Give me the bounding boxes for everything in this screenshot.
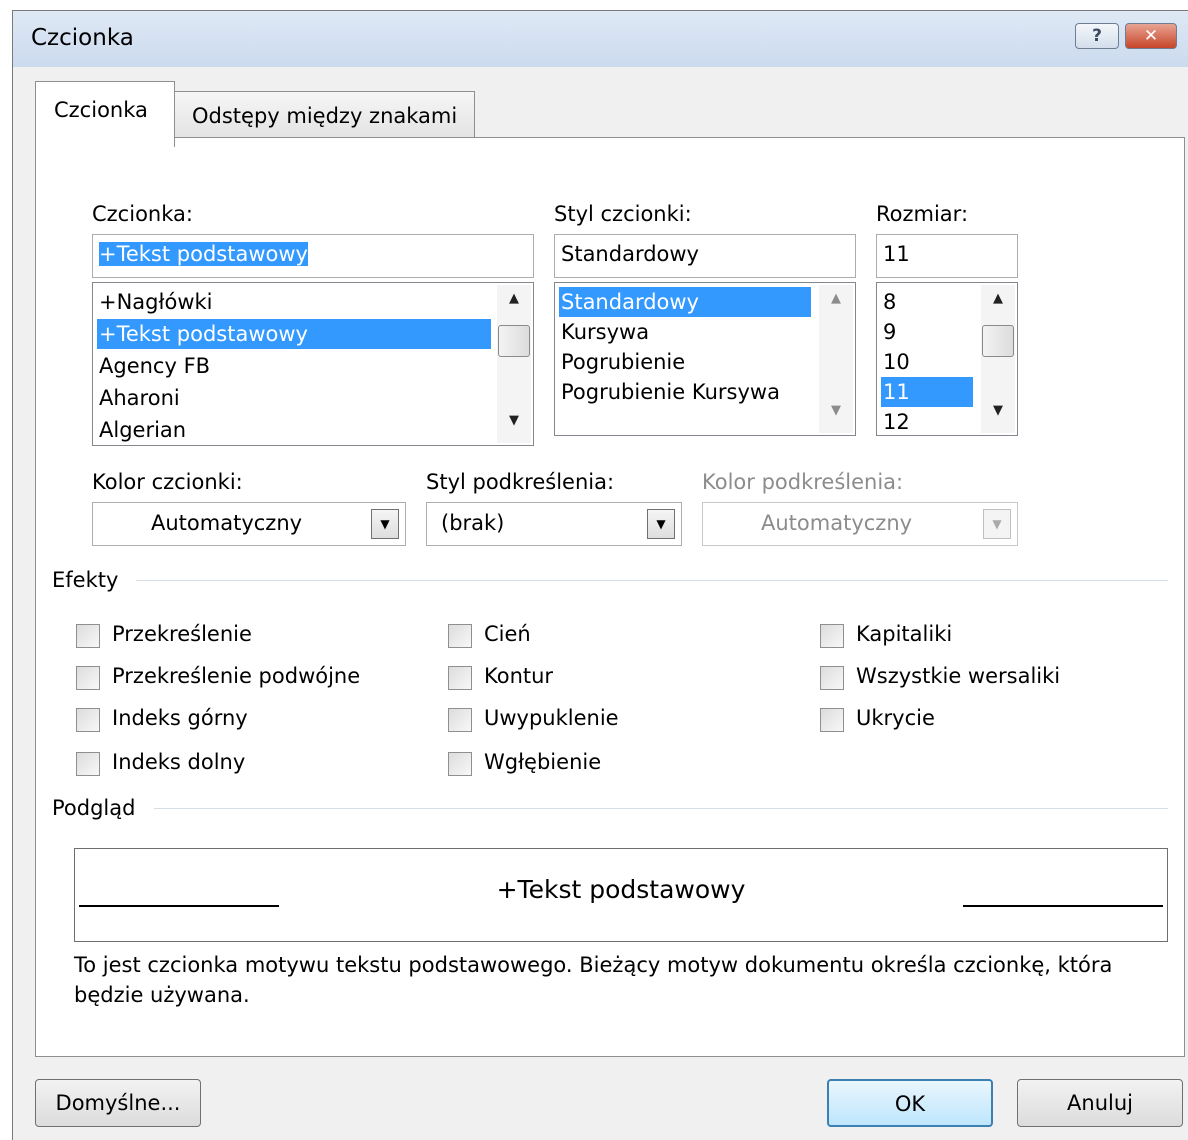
scroll-down-icon[interactable]: ▼ [981, 403, 1015, 429]
font-input[interactable]: +Tekst podstawowy [92, 234, 534, 278]
preview-rule-left [79, 905, 279, 907]
list-item[interactable]: 10 [881, 347, 912, 377]
chevron-down-icon[interactable]: ▼ [647, 509, 675, 539]
hidden-label: Ukrycie [856, 706, 935, 730]
list-item-selected[interactable]: +Tekst podstawowy [97, 319, 491, 349]
size-input-value: 11 [883, 242, 910, 266]
style-list[interactable]: Standardowy Kursywa Pogrubienie Pogrubie… [554, 282, 856, 436]
scroll-down-icon[interactable]: ▼ [497, 413, 531, 439]
font-input-value: +Tekst podstawowy [99, 242, 308, 266]
help-button[interactable]: ? [1075, 23, 1119, 49]
shadow-label: Cień [484, 622, 531, 646]
list-item[interactable]: 8 [881, 287, 898, 317]
scroll-up-icon[interactable]: ▲ [981, 291, 1015, 317]
superscript-label: Indeks górny [112, 706, 248, 730]
list-item[interactable]: Pogrubienie Kursywa [559, 377, 782, 407]
list-item-selected[interactable]: Standardowy [559, 287, 811, 317]
font-list-scrollbar[interactable]: ▲ ▼ [497, 285, 531, 443]
font-dialog: Czcionka ? ✕ Czcionka Odstępy między zna… [12, 10, 1188, 1140]
list-item[interactable]: Algerian [97, 415, 188, 445]
strikethrough-checkbox[interactable] [76, 624, 100, 648]
font-color-label: Kolor czcionki: [92, 470, 243, 494]
tab-panel: Czcionka: +Tekst podstawowy +Nagłówki +T… [35, 137, 1185, 1057]
hidden-checkbox[interactable] [820, 708, 844, 732]
effects-group-label: Efekty [52, 568, 119, 592]
subscript-checkbox[interactable] [76, 752, 100, 776]
underline-style-label: Styl podkreślenia: [426, 470, 615, 494]
tab-font-label: Czcionka [54, 98, 148, 122]
help-icon: ? [1092, 26, 1102, 46]
subscript-label: Indeks dolny [112, 750, 246, 774]
preview-sample: +Tekst podstawowy [496, 875, 746, 904]
list-item[interactable]: 9 [881, 317, 898, 347]
ok-button[interactable]: OK [827, 1079, 993, 1127]
style-input[interactable]: Standardowy [554, 234, 856, 278]
list-item[interactable]: Kursywa [559, 317, 651, 347]
small-caps-label: Kapitaliki [856, 622, 953, 646]
underline-style-value: (brak) [441, 511, 505, 535]
style-label: Styl czcionki: [554, 202, 692, 226]
cancel-button[interactable]: Anuluj [1017, 1079, 1183, 1127]
double-strikethrough-label: Przekreślenie podwójne [112, 664, 361, 688]
size-input[interactable]: 11 [876, 234, 1018, 278]
set-as-default-button[interactable]: Domyślne... [35, 1079, 201, 1127]
scroll-thumb[interactable] [498, 325, 530, 357]
underline-color-label: Kolor podkreślenia: [702, 470, 904, 494]
style-input-value: Standardowy [561, 242, 699, 266]
tab-character-spacing[interactable]: Odstępy między znakami [173, 91, 475, 138]
small-caps-checkbox[interactable] [820, 624, 844, 648]
preview-box: +Tekst podstawowy [74, 848, 1168, 942]
superscript-checkbox[interactable] [76, 708, 100, 732]
list-item[interactable]: Pogrubienie [559, 347, 687, 377]
list-item[interactable]: 12 [881, 407, 912, 435]
size-label: Rozmiar: [876, 202, 969, 226]
list-item[interactable]: Aharoni [97, 383, 182, 413]
tab-character-spacing-label: Odstępy między znakami [192, 104, 458, 128]
underline-style-select[interactable]: (brak) ▼ [426, 502, 682, 546]
font-label: Czcionka: [92, 202, 193, 226]
preview-rule-right [963, 905, 1163, 907]
preview-divider [154, 808, 1168, 809]
close-button[interactable]: ✕ [1125, 23, 1177, 49]
font-color-value: Automatyczny [151, 511, 303, 535]
font-color-select[interactable]: Automatyczny ▼ [92, 502, 406, 546]
list-item-selected[interactable]: 11 [881, 377, 973, 407]
list-item[interactable]: Agency FB [97, 351, 212, 381]
close-icon: ✕ [1143, 26, 1159, 46]
scroll-down-icon: ▼ [831, 403, 841, 418]
scroll-up-icon[interactable]: ▲ [497, 291, 531, 317]
outline-checkbox[interactable] [448, 666, 472, 690]
engrave-label: Wgłębienie [484, 750, 602, 774]
underline-color-value: Automatyczny [761, 511, 913, 535]
font-list[interactable]: +Nagłówki +Tekst podstawowy Agency FB Ah… [92, 282, 534, 446]
all-caps-label: Wszystkie wersaliki [856, 664, 1061, 688]
scroll-up-icon: ▲ [831, 291, 841, 306]
title-bar: Czcionka ? ✕ [13, 11, 1188, 67]
emboss-checkbox[interactable] [448, 708, 472, 732]
strikethrough-label: Przekreślenie [112, 622, 252, 646]
chevron-down-icon[interactable]: ▼ [371, 509, 399, 539]
emboss-label: Uwypuklenie [484, 706, 619, 730]
shadow-checkbox[interactable] [448, 624, 472, 648]
dialog-title: Czcionka [31, 25, 134, 51]
all-caps-checkbox[interactable] [820, 666, 844, 690]
engrave-checkbox[interactable] [448, 752, 472, 776]
style-list-scrollbar: ▲ ▼ [819, 285, 853, 433]
underline-color-select: Automatyczny ▼ [702, 502, 1018, 546]
list-item[interactable]: +Nagłówki [97, 287, 215, 317]
double-strikethrough-checkbox[interactable] [76, 666, 100, 690]
size-list-scrollbar[interactable]: ▲ ▼ [981, 285, 1015, 433]
preview-description: To jest czcionka motywu tekstu podstawow… [74, 953, 1113, 1007]
scroll-thumb[interactable] [982, 325, 1014, 357]
tab-font[interactable]: Czcionka [35, 81, 175, 147]
outline-label: Kontur [484, 664, 554, 688]
effects-divider [136, 580, 1168, 581]
preview-group-label: Podgląd [52, 796, 136, 820]
size-list[interactable]: 8 9 10 11 12 ▲ ▼ [876, 282, 1018, 436]
chevron-down-icon: ▼ [983, 509, 1011, 539]
